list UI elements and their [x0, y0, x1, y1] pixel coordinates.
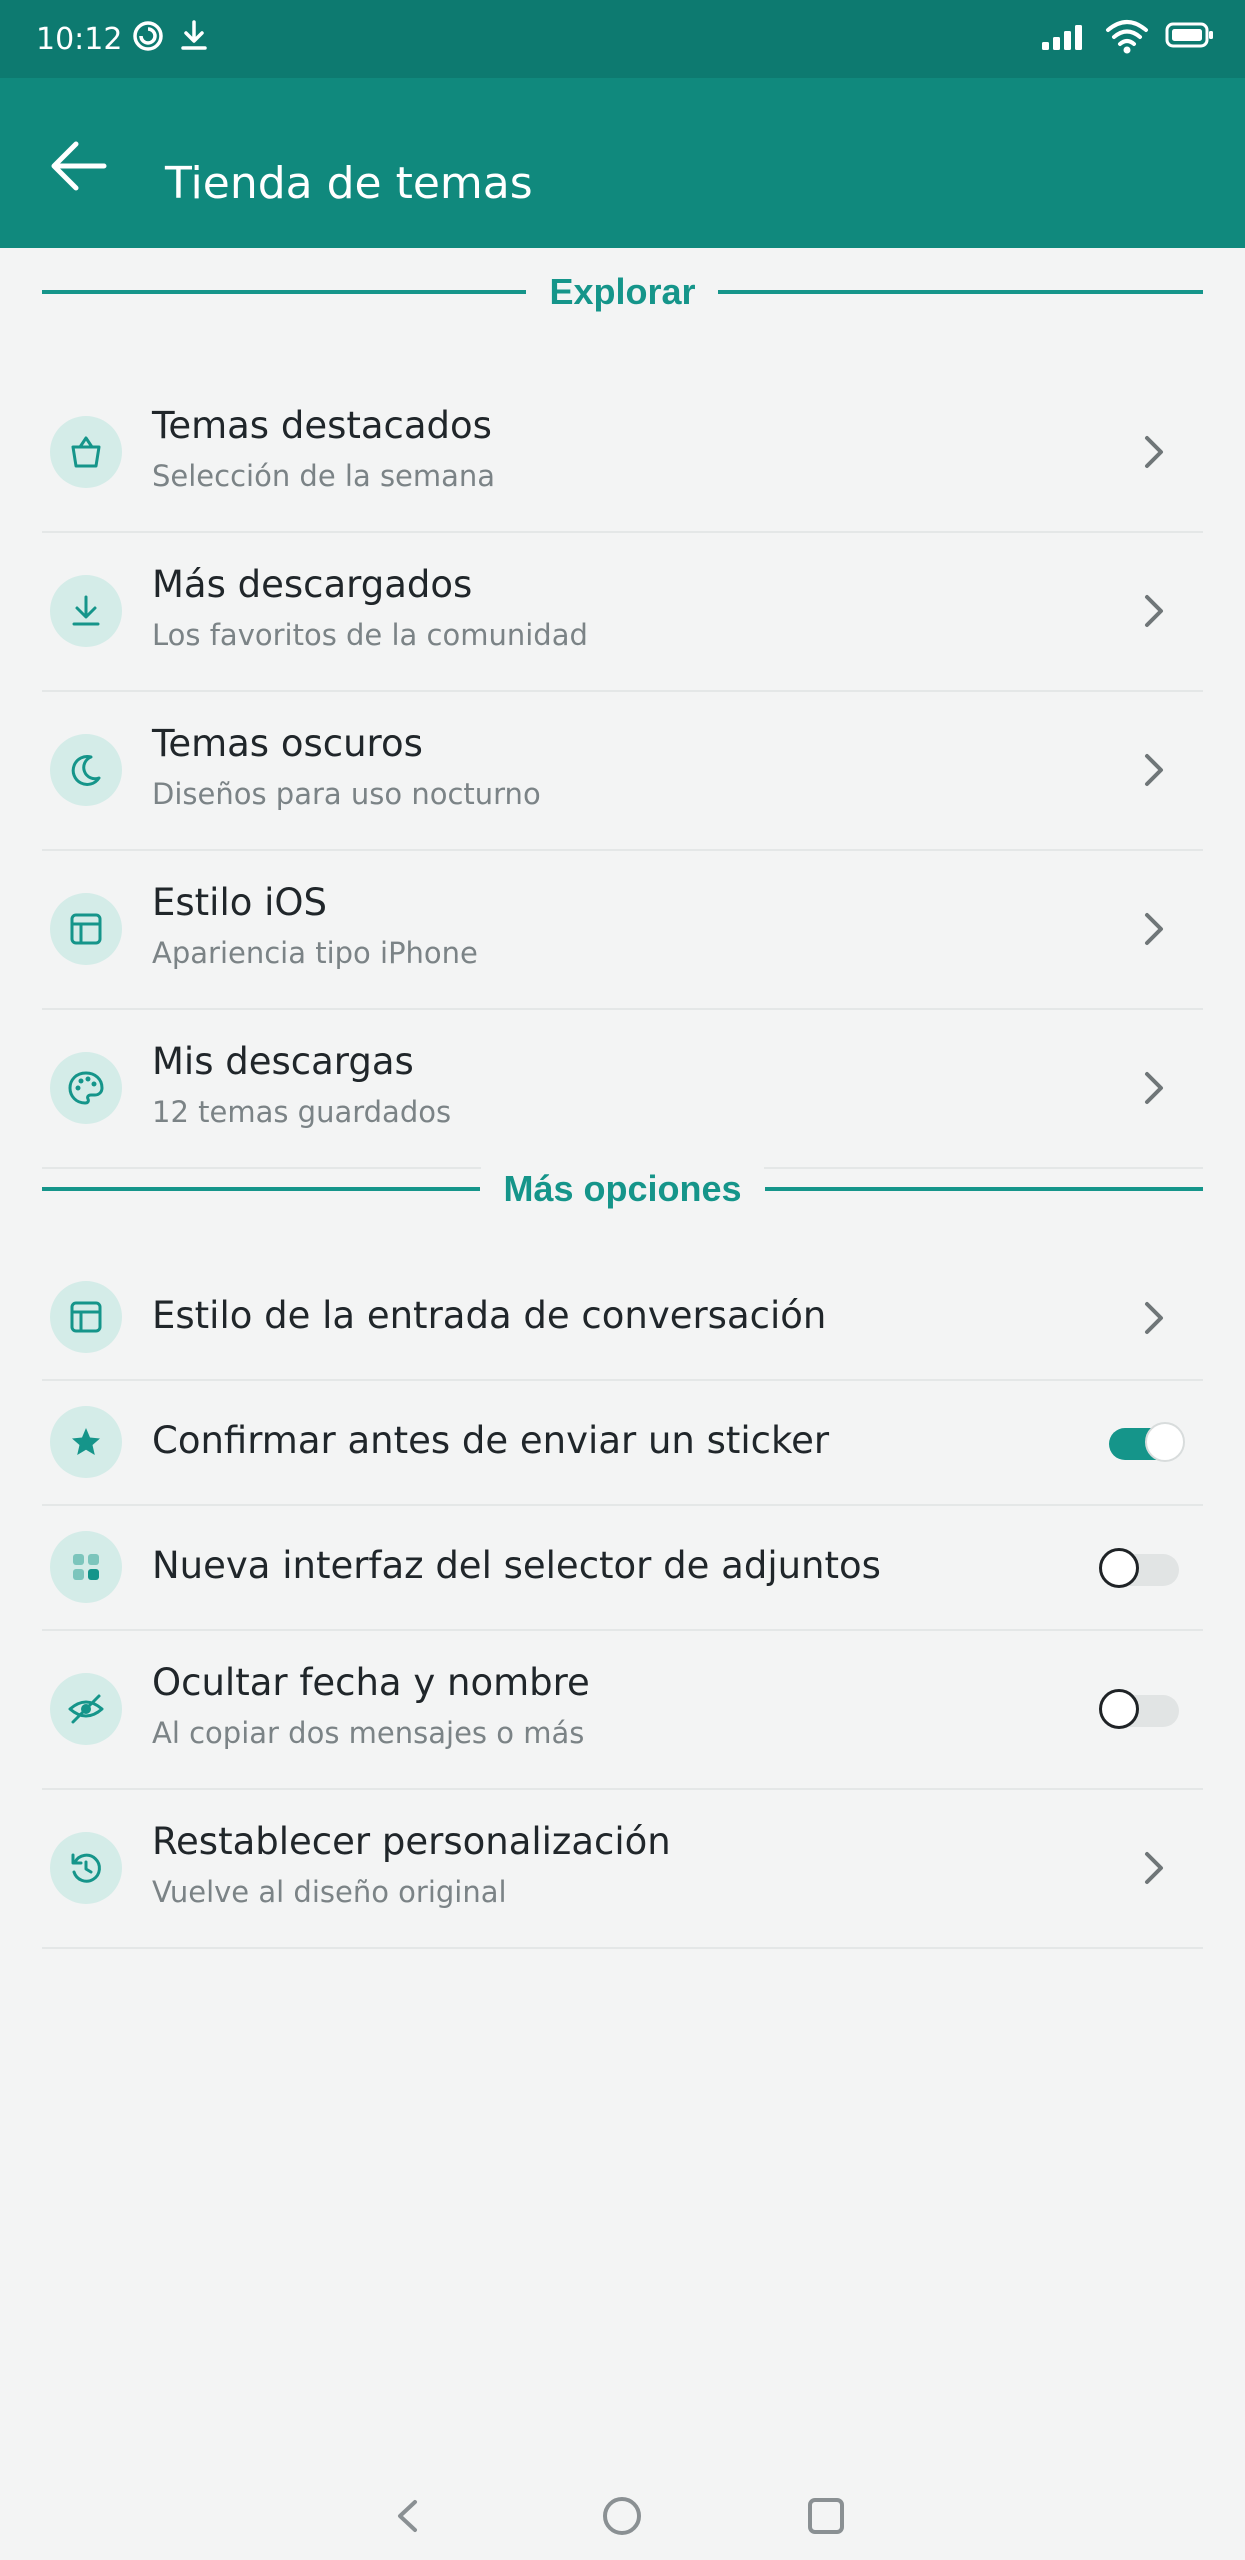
list-item-title: Estilo de la entrada de conversación: [152, 1294, 827, 1337]
confirm-sticker-toggle[interactable]: [1099, 1422, 1185, 1462]
signal-icon: [1040, 22, 1090, 56]
list-item-title: Confirmar antes de enviar un sticker: [152, 1419, 830, 1462]
list-item-subtitle: Al copiar dos mensajes o más: [152, 1716, 585, 1750]
chevron-right-icon: [1133, 750, 1173, 790]
list-item-title: Estilo iOS: [152, 881, 328, 924]
list-item-confirm-sticker[interactable]: Confirmar antes de enviar un sticker: [42, 1381, 1203, 1506]
chevron-right-icon: [1133, 432, 1173, 472]
app-bar: Tienda de temas: [0, 78, 1245, 248]
nav-recents-button[interactable]: [796, 2488, 856, 2548]
list-item-subtitle: Vuelve al diseño original: [152, 1875, 507, 1909]
list-item-title: Temas oscuros: [152, 722, 423, 765]
list-item-subtitle: Los favoritos de la comunidad: [152, 618, 588, 652]
status-time: 10:12: [36, 22, 123, 57]
layout-icon: [50, 893, 122, 965]
section-title: Explorar: [527, 268, 718, 316]
hide-date-name-toggle[interactable]: [1099, 1689, 1185, 1729]
content-area: Explorar Temas destacados Selección de l…: [0, 248, 1245, 1949]
page-title: Tienda de temas: [165, 158, 533, 209]
list-item-title: Temas destacados: [152, 404, 492, 447]
list-item-most-downloaded[interactable]: Más descargados Los favoritos de la comu…: [42, 533, 1203, 692]
sync-icon: [130, 18, 166, 58]
arrow-left-icon: [46, 134, 110, 202]
chevron-right-icon: [1133, 909, 1173, 949]
layout-icon: [50, 1281, 122, 1353]
nav-home-button[interactable]: [592, 2488, 652, 2548]
battery-icon: [1165, 20, 1215, 54]
list-item-ios-style[interactable]: Estilo iOS Apariencia tipo iPhone: [42, 851, 1203, 1010]
new-attachment-picker-toggle[interactable]: [1099, 1548, 1185, 1588]
list-item-title: Mis descargas: [152, 1040, 414, 1083]
list-item-title: Restablecer personalización: [152, 1820, 671, 1863]
chevron-right-icon: [1133, 1298, 1173, 1338]
list-item-subtitle: Selección de la semana: [152, 459, 496, 493]
home-circle-icon: [600, 2494, 644, 2542]
download-icon: [176, 18, 212, 58]
nav-back-button[interactable]: [378, 2488, 438, 2548]
list-item-featured-themes[interactable]: Temas destacados Selección de la semana: [42, 374, 1203, 533]
section-header-explore: Explorar: [0, 248, 1245, 336]
back-triangle-icon: [388, 2496, 428, 2540]
section-header-more-options: Más opciones: [0, 1145, 1245, 1233]
list-item-subtitle: Apariencia tipo iPhone: [152, 936, 478, 970]
chevron-right-icon: [1133, 591, 1173, 631]
chevron-right-icon: [1133, 1848, 1173, 1888]
list-item-hide-date-name[interactable]: Ocultar fecha y nombre Al copiar dos men…: [42, 1631, 1203, 1790]
list-item-dark-themes[interactable]: Temas oscuros Diseños para uso nocturno: [42, 692, 1203, 851]
recents-square-icon: [804, 2494, 848, 2542]
section-title: Más opciones: [481, 1165, 764, 1213]
reset-icon: [50, 1832, 122, 1904]
list-item-conversation-input-style[interactable]: Estilo de la entrada de conversación: [42, 1256, 1203, 1381]
eye-off-icon: [50, 1673, 122, 1745]
shopping-bag-icon: [50, 416, 122, 488]
star-icon: [50, 1406, 122, 1478]
palette-icon: [50, 1052, 122, 1124]
list-item-title: Más descargados: [152, 563, 473, 606]
moon-icon: [50, 734, 122, 806]
list-item-new-attachment-picker[interactable]: Nueva interfaz del selector de adjuntos: [42, 1506, 1203, 1631]
list-item-reset-customization[interactable]: Restablecer personalización Vuelve al di…: [42, 1790, 1203, 1949]
chevron-right-icon: [1133, 1068, 1173, 1108]
list-item-title: Ocultar fecha y nombre: [152, 1661, 590, 1704]
back-button[interactable]: [38, 128, 118, 208]
list-item-title: Nueva interfaz del selector de adjuntos: [152, 1544, 881, 1587]
system-nav-bar: [0, 2470, 1245, 2560]
download-icon: [50, 575, 122, 647]
status-bar: 10:12: [0, 0, 1245, 78]
wifi-icon: [1104, 16, 1150, 60]
list-item-subtitle: 12 temas guardados: [152, 1095, 452, 1129]
grid-icon: [50, 1531, 122, 1603]
list-item-subtitle: Diseños para uso nocturno: [152, 777, 541, 811]
